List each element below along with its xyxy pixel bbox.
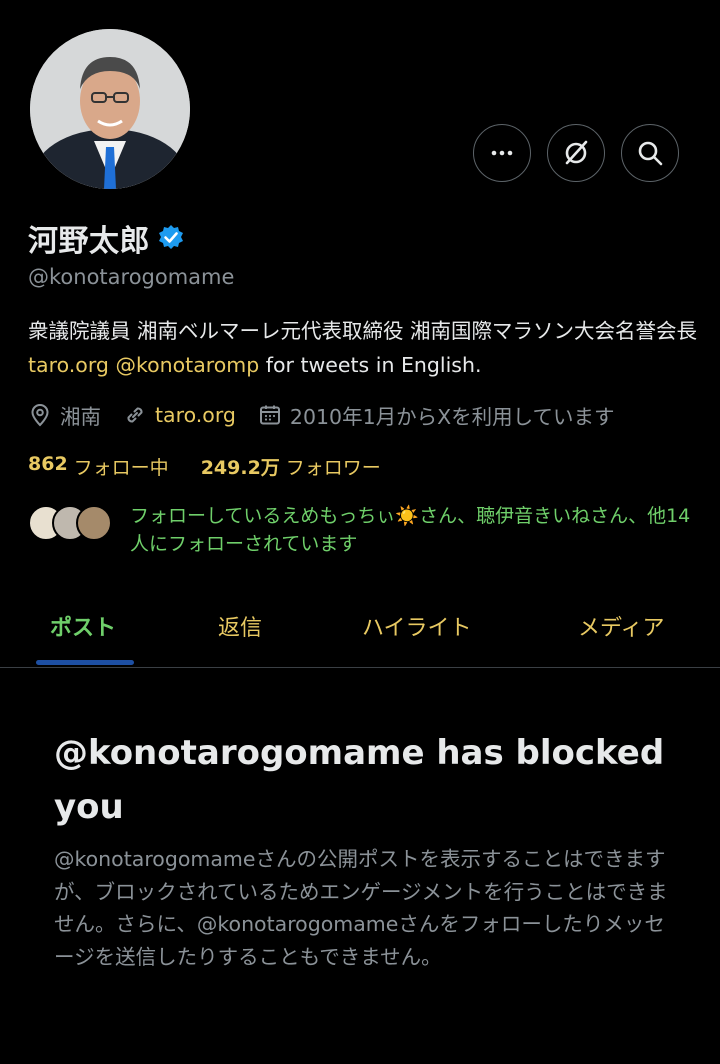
link-icon — [127, 407, 143, 423]
bio-text: 衆議院議員 湘南ベルマーレ元代表取締役 湘南国際マラソン大会名誉会長 — [28, 319, 698, 343]
tab-highlights[interactable]: ハイライト — [362, 610, 472, 642]
profile-name-row: 河野太郎 — [28, 216, 186, 260]
tab-replies[interactable]: 返信 — [218, 610, 262, 642]
follow-stats: 862 フォロー中 249.2万 フォロワー — [28, 453, 413, 480]
tab-posts[interactable]: ポスト — [50, 610, 116, 642]
blocked-title: @konotarogomame has blocked you — [54, 733, 665, 827]
bio-link-mention[interactable]: @konotaromp — [115, 353, 259, 377]
more-icon — [491, 150, 513, 156]
display-name: 河野太郎 — [28, 224, 150, 259]
followed-by-text: フォローしているえめもっちぃ☀️さん、聴伊音きいねさん、他14人にフォローされて… — [130, 505, 691, 555]
joined-text: 2010年1月からXを利用しています — [289, 405, 615, 429]
location-pin-icon — [31, 403, 49, 427]
grok-button[interactable] — [547, 124, 605, 182]
following-label: フォロー中 — [73, 457, 169, 479]
profile-handle: @konotarogomame — [28, 265, 235, 289]
tabs-divider — [0, 667, 720, 668]
active-tab-indicator — [36, 660, 134, 665]
search-button[interactable] — [621, 124, 679, 182]
location-text: 湘南 — [60, 405, 101, 429]
joined-item: 2010年1月からXを利用しています — [258, 400, 615, 430]
website-link[interactable]: taro.org — [155, 403, 236, 427]
avatar-photo — [30, 29, 190, 189]
search-icon — [638, 141, 663, 166]
following-count: 862 — [28, 453, 68, 475]
profile-bio: 衆議院議員 湘南ベルマーレ元代表取締役 湘南国際マラソン大会名誉会長 taro.… — [28, 314, 698, 382]
website-item[interactable]: taro.org — [123, 403, 236, 427]
profile-meta: 湘南 taro.org 2010年1月からXを利用しています — [28, 400, 637, 430]
blocked-body: @konotarogomameさんの公開ポストを表示することはできますが、ブロッ… — [54, 847, 668, 969]
location-item: 湘南 — [28, 400, 101, 430]
following-link[interactable]: 862 フォロー中 — [28, 453, 169, 480]
tab-media[interactable]: メディア — [578, 610, 664, 642]
follower-avatar — [76, 505, 112, 541]
followers-link[interactable]: 249.2万 フォロワー — [201, 453, 381, 480]
followers-count: 249.2万 — [200, 457, 280, 479]
bio-link-website[interactable]: taro.org — [28, 353, 109, 377]
verified-badge-icon[interactable] — [156, 223, 186, 253]
profile-tabs: ポスト 返信 ハイライト メディア — [0, 600, 720, 668]
followers-label: フォロワー — [285, 457, 381, 479]
profile-avatar[interactable] — [30, 29, 190, 189]
bio-suffix: for tweets in English. — [259, 353, 482, 377]
grok-icon — [565, 140, 588, 165]
more-options-button[interactable] — [473, 124, 531, 182]
calendar-icon — [259, 405, 280, 425]
